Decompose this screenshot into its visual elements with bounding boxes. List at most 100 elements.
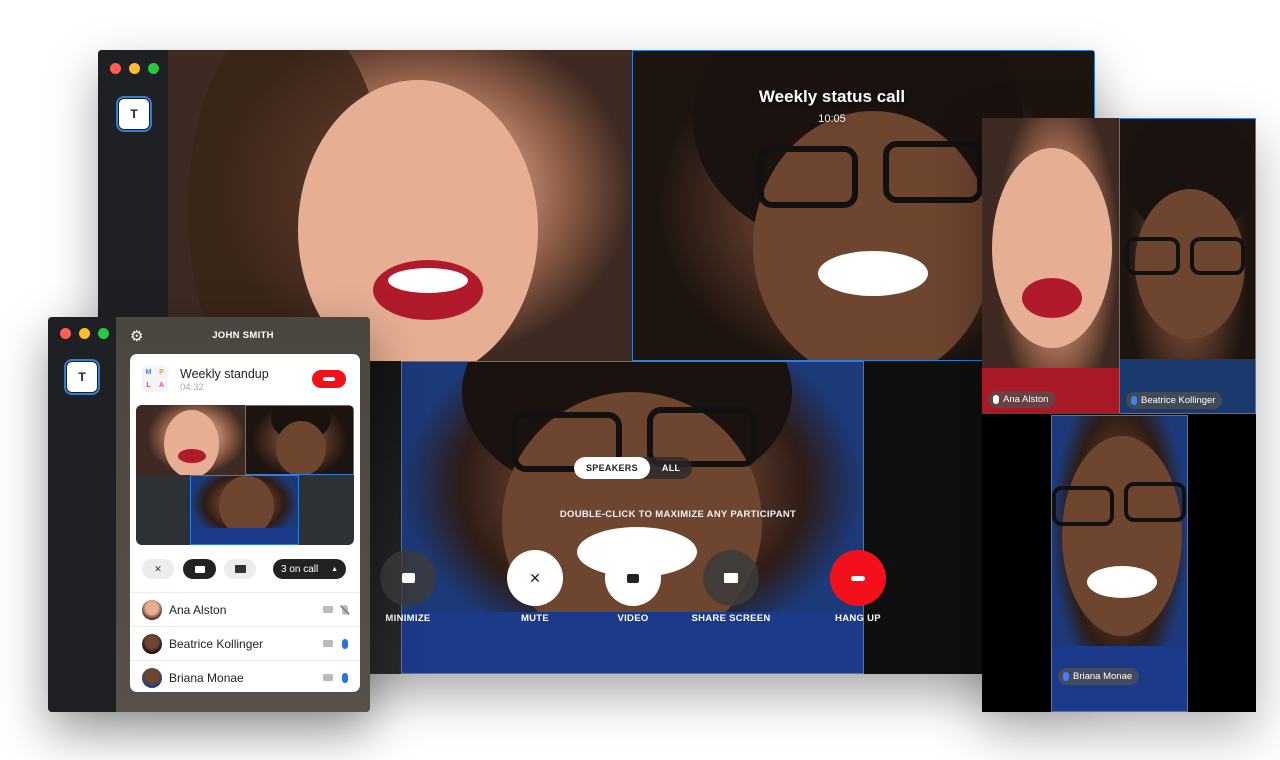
gallery-tile-briana[interactable]: Briana Monae <box>1051 415 1188 712</box>
maximize-window-button[interactable] <box>148 63 159 74</box>
logo-letter: A <box>158 382 165 389</box>
glasses-left <box>758 146 858 208</box>
meeting-timer: 04:32 <box>180 382 204 393</box>
mic-off-icon: ✕ <box>529 569 541 586</box>
participant-row[interactable]: Beatrice Kollinger <box>130 626 360 660</box>
share-screen-label: SHARE SCREEN <box>691 613 771 624</box>
teeth-shape <box>388 268 468 293</box>
mini-video-button[interactable] <box>183 559 216 579</box>
teeth-shape <box>1087 566 1157 598</box>
maximize-hint: DOUBLE-CLICK TO MAXIMIZE ANY PARTICIPANT <box>559 509 797 520</box>
avatar <box>142 633 162 654</box>
video-tile-ana[interactable] <box>168 50 632 361</box>
face-shape <box>164 410 219 475</box>
participant-row[interactable]: Ana Alston <box>130 592 360 626</box>
mute-label: MUTE <box>520 613 550 624</box>
logo-letter: M <box>145 369 152 376</box>
mic-icon <box>1131 396 1137 405</box>
minimize-window-button[interactable] <box>79 328 90 339</box>
gallery-tile-ana[interactable]: Ana Alston <box>982 118 1119 414</box>
all-tab[interactable]: ALL <box>650 457 692 479</box>
hang-up-button[interactable] <box>312 370 346 388</box>
meeting-name: Weekly standup <box>180 367 269 381</box>
camera-icon <box>323 674 333 681</box>
call-timer: 10:05 <box>818 113 846 125</box>
mic-icon <box>1063 672 1069 681</box>
camera-icon <box>323 606 333 613</box>
face-shape <box>1062 436 1182 636</box>
gallery-window: Ana Alston Beatrice Kollinger Briana Mon… <box>982 118 1256 712</box>
minimize-window-button[interactable] <box>129 63 140 74</box>
close-window-button[interactable] <box>110 63 121 74</box>
name-tag-label: Beatrice Kollinger <box>1141 395 1216 406</box>
video-button[interactable] <box>605 550 661 606</box>
video-icon <box>194 565 205 573</box>
mic-muted-icon <box>342 604 348 615</box>
glasses-left <box>1125 237 1180 275</box>
teeth-shape <box>818 251 928 296</box>
glasses-right <box>1190 237 1245 275</box>
face-shape <box>219 476 274 536</box>
avatar <box>142 667 162 688</box>
mic-icon <box>342 672 348 683</box>
mini-share-button[interactable] <box>224 559 256 579</box>
glasses-right <box>1124 482 1186 522</box>
name-tag-label: Ana Alston <box>1003 394 1049 405</box>
phone-hangup-icon <box>323 377 335 381</box>
close-window-button[interactable] <box>60 328 71 339</box>
hang-up-label: HANG UP <box>835 613 881 624</box>
glasses-left <box>1052 486 1114 526</box>
window-controls <box>60 328 109 339</box>
on-call-dropdown[interactable]: 3 on call ▲ <box>273 559 346 579</box>
face-shape <box>276 421 326 474</box>
screen-share-icon <box>234 565 246 573</box>
mini-tile-briana[interactable] <box>190 475 299 545</box>
avatar <box>142 599 162 620</box>
window-controls <box>110 63 159 74</box>
mini-sidebar: T <box>48 317 116 712</box>
participant-name: Briana Monae <box>169 670 244 685</box>
team-switcher[interactable]: T <box>116 96 152 132</box>
participant-name: Beatrice Kollinger <box>169 636 264 651</box>
mini-mute-button[interactable]: ✕ <box>142 559 174 579</box>
team-switcher[interactable]: T <box>64 359 100 395</box>
mouth-shape <box>178 449 206 463</box>
logo-letter: L <box>146 382 151 389</box>
mini-video-grid <box>136 405 354 545</box>
shirt-shape <box>191 528 298 544</box>
user-name: JOHN SMITH <box>212 330 274 341</box>
call-title: Weekly status call <box>758 87 906 106</box>
phone-hangup-icon <box>851 575 865 581</box>
video-icon <box>627 573 639 583</box>
minimize-button[interactable] <box>380 550 436 606</box>
meeting-logo: M P L A <box>142 366 168 392</box>
mouth-shape <box>1022 278 1082 318</box>
maximize-window-button[interactable] <box>98 328 109 339</box>
name-tag-beatrice: Beatrice Kollinger <box>1126 392 1223 409</box>
meeting-card: M P L A Weekly standup 04:32 ✕ 3 on call… <box>130 354 360 692</box>
name-tag-briana: Briana Monae <box>1058 668 1140 685</box>
speakers-tab[interactable]: SPEAKERS <box>574 457 650 479</box>
name-tag-label: Briana Monae <box>1073 671 1133 682</box>
mute-button[interactable]: ✕ <box>507 550 563 606</box>
mini-tile-beatrice[interactable] <box>245 405 354 475</box>
mic-icon <box>993 395 999 404</box>
mini-call-window: T ⚙ JOHN SMITH M P L A Weekly standup 04… <box>48 317 370 712</box>
chevron-up-icon: ▲ <box>331 565 338 573</box>
camera-icon <box>323 640 333 647</box>
participant-name: Ana Alston <box>169 602 227 617</box>
face-shape <box>992 148 1112 348</box>
chat-icon <box>401 573 415 583</box>
name-tag-ana: Ana Alston <box>988 391 1056 408</box>
hang-up-button[interactable] <box>830 550 886 606</box>
mic-icon <box>342 638 348 649</box>
mini-tile-ana[interactable] <box>136 405 245 475</box>
share-screen-button[interactable] <box>703 550 759 606</box>
gallery-tile-beatrice[interactable]: Beatrice Kollinger <box>1119 118 1256 414</box>
on-call-label: 3 on call <box>281 563 319 575</box>
logo-letter: P <box>159 369 164 376</box>
glasses-right <box>883 141 983 203</box>
video-label: VIDEO <box>617 613 649 624</box>
participant-row[interactable]: Briana Monae <box>130 660 360 692</box>
mic-off-icon: ✕ <box>154 563 162 574</box>
